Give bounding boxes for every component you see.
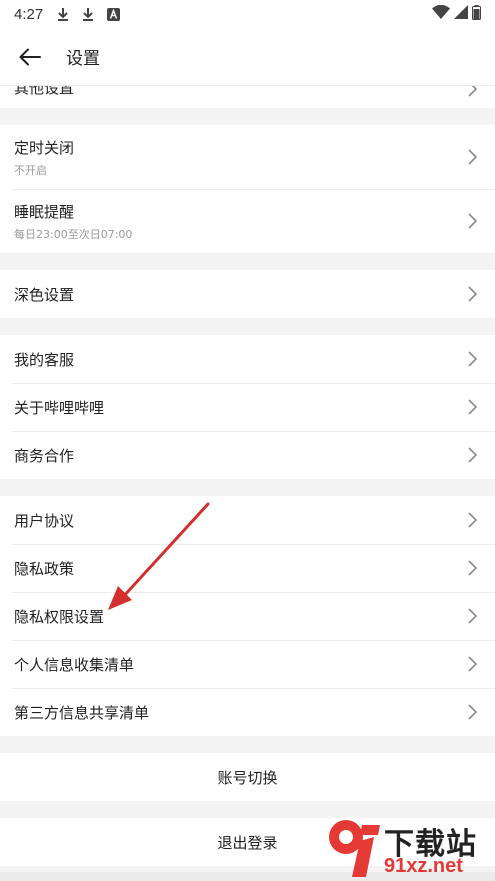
chevron-right-icon <box>468 608 478 624</box>
settings-item-label: 关于哔哩哔哩 <box>14 398 105 417</box>
settings-item-subtitle: 每日23:00至次日07:00 <box>14 227 133 241</box>
chevron-right-icon <box>468 213 478 229</box>
settings-item-label: 隐私权限设置 <box>14 607 105 626</box>
settings-item-label: 个人信息收集清单 <box>14 655 135 674</box>
download-icon <box>80 6 96 22</box>
settings-group-timer: 定时关闭 不开启 睡眠提醒 每日23:00至次日07:00 <box>0 125 495 253</box>
watermark-url: 91xz.net <box>384 855 463 877</box>
status-bar: 4:27 <box>0 0 495 28</box>
settings-item-label: 定时关闭 <box>14 138 75 157</box>
chevron-right-icon <box>468 512 478 528</box>
a-icon <box>105 6 121 22</box>
chevron-right-icon <box>468 656 478 672</box>
settings-item-third-party-sharing[interactable]: 第三方信息共享清单 <box>0 688 495 736</box>
chevron-right-icon <box>468 149 478 165</box>
download-icon <box>55 6 71 22</box>
settings-item-label: 第三方信息共享清单 <box>14 703 150 722</box>
settings-item-label: 我的客服 <box>14 350 75 369</box>
settings-item-other[interactable]: 其他设置 <box>0 86 495 108</box>
toolbar: 设置 <box>0 28 495 86</box>
settings-item-customer-service[interactable]: 我的客服 <box>0 335 495 383</box>
settings-item-label: 深色设置 <box>14 285 75 304</box>
watermark-logo-icon <box>329 820 380 877</box>
back-arrow-icon[interactable] <box>14 41 46 73</box>
settings-item-timer-off[interactable]: 定时关闭 不开启 <box>0 125 495 189</box>
settings-group-privacy: 用户协议 隐私政策 隐私权限设置 个人信息收集清单 第三方信息共享清单 <box>0 496 495 736</box>
settings-item-subtitle: 不开启 <box>14 163 47 177</box>
status-right-icons <box>432 4 481 24</box>
wifi-icon <box>432 4 450 23</box>
settings-item-personal-info-list[interactable]: 个人信息收集清单 <box>0 640 495 688</box>
chevron-right-icon <box>468 447 478 463</box>
chevron-right-icon <box>468 560 478 576</box>
settings-item-label: 睡眠提醒 <box>14 202 75 221</box>
settings-list: 其他设置 定时关闭 不开启 睡眠提醒 每日23:00至次日07:00 深色设置 … <box>0 86 495 881</box>
chevron-right-icon <box>468 86 478 97</box>
settings-item-privacy-policy[interactable]: 隐私政策 <box>0 544 495 592</box>
battery-icon <box>472 4 481 24</box>
settings-item-label: 商务合作 <box>14 446 75 465</box>
chevron-right-icon <box>468 351 478 367</box>
settings-group-about: 我的客服 关于哔哩哔哩 商务合作 <box>0 335 495 479</box>
chevron-right-icon <box>468 704 478 720</box>
switch-account-button[interactable]: 账号切换 <box>0 753 495 801</box>
settings-item-privacy-permissions[interactable]: 隐私权限设置 <box>0 592 495 640</box>
settings-item-business[interactable]: 商务合作 <box>0 431 495 479</box>
settings-item-sleep-reminder[interactable]: 睡眠提醒 每日23:00至次日07:00 <box>0 189 495 253</box>
chevron-right-icon <box>468 399 478 415</box>
settings-group-dark: 深色设置 <box>0 270 495 318</box>
settings-item-label: 用户协议 <box>14 511 75 530</box>
settings-item-user-agreement[interactable]: 用户协议 <box>0 496 495 544</box>
watermark: 下载站 91xz.net <box>322 815 492 881</box>
page-title: 设置 <box>66 49 100 69</box>
signal-icon <box>454 5 468 23</box>
settings-item-about[interactable]: 关于哔哩哔哩 <box>0 383 495 431</box>
chevron-right-icon <box>468 286 478 302</box>
settings-item-label: 其他设置 <box>14 86 75 97</box>
status-time: 4:27 <box>14 5 44 23</box>
settings-item-label: 隐私政策 <box>14 559 75 578</box>
settings-item-dark-mode[interactable]: 深色设置 <box>0 270 495 318</box>
